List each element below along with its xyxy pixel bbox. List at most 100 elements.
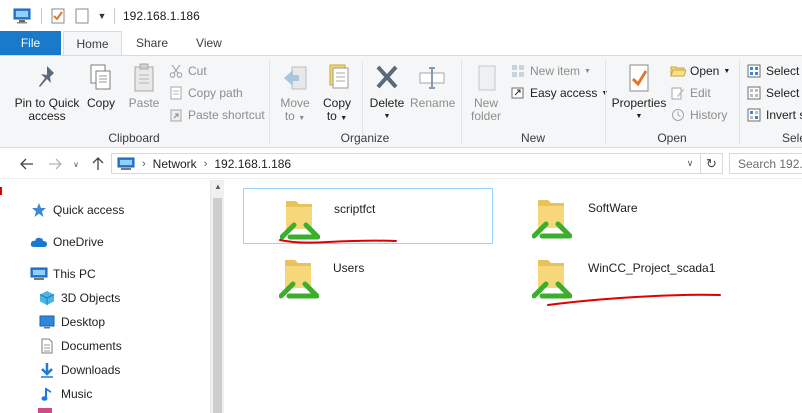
move-to-label-word: to <box>284 109 295 123</box>
tab-file[interactable]: File <box>0 31 61 55</box>
new-item-icon <box>510 63 526 79</box>
copy-label: Copy <box>86 96 115 110</box>
open-button[interactable]: Open ▼ <box>670 61 730 81</box>
nav-item-downloads[interactable]: Downloads <box>38 360 120 380</box>
share-name: SoftWare <box>588 201 638 215</box>
nav-label: This PC <box>53 267 96 281</box>
refresh-icon[interactable]: ↻ <box>700 154 722 173</box>
nav-item-3d-objects[interactable]: 3D Objects <box>38 288 120 308</box>
properties-button[interactable]: Properties ▼ <box>610 62 668 123</box>
dropdown-arrow-icon: ▼ <box>723 67 731 75</box>
nav-item-documents[interactable]: Documents <box>38 336 122 356</box>
copy-path-icon <box>168 85 184 101</box>
select-all-icon <box>746 63 762 79</box>
customize-dropdown-icon[interactable]: ▼ <box>96 8 108 24</box>
share-tile-software[interactable]: SoftWare <box>496 188 746 244</box>
download-arrow-icon <box>38 362 56 378</box>
move-to-label-2: to ▼ <box>278 110 312 125</box>
clipboard-group-label: Clipboard <box>108 131 160 145</box>
nav-item-onedrive[interactable]: OneDrive <box>30 232 104 252</box>
dropdown-arrow-icon: ▼ <box>340 115 348 122</box>
nav-item-music[interactable]: Music <box>38 384 92 404</box>
nav-label: Music <box>61 387 93 401</box>
select-group-label: Sele <box>782 131 802 145</box>
star-icon <box>30 202 48 218</box>
network-share-folder-icon <box>280 201 320 240</box>
address-bar[interactable]: › Network › 192.168.1.186 ∨ ↻ <box>111 153 723 174</box>
nav-item-this-pc[interactable]: This PC <box>30 264 96 284</box>
copy-button[interactable]: Copy <box>84 62 118 110</box>
nav-item-desktop[interactable]: Desktop <box>38 312 105 332</box>
rename-button[interactable]: Rename <box>410 62 455 110</box>
title-bar: ▼ 192.168.1.186 <box>0 0 802 31</box>
new-folder-icon <box>468 62 504 94</box>
scroll-up-arrow-icon[interactable]: ▲ <box>211 182 225 191</box>
nav-item-quick-access[interactable]: Quick access <box>30 200 124 220</box>
select-none-icon <box>746 85 762 101</box>
nav-label: Documents <box>61 339 122 353</box>
pin-to-quick-access-button[interactable]: Pin to Quick access <box>10 62 84 123</box>
paste-button[interactable]: Paste <box>124 62 164 110</box>
copy-icon <box>84 62 118 94</box>
partial-item-icon <box>38 408 52 413</box>
forward-arrow-icon[interactable] <box>46 156 64 172</box>
music-note-icon <box>38 386 56 402</box>
toolbar-separator <box>41 7 42 24</box>
copy-to-button[interactable]: Copy to ▼ <box>320 62 354 125</box>
easy-access-button[interactable]: Easy access ▼ <box>510 83 608 103</box>
share-name: scriptfct <box>334 202 376 216</box>
share-tile-scriptfct[interactable]: scriptfct <box>243 188 493 244</box>
scrollbar-thumb[interactable] <box>213 198 222 413</box>
share-tile-users[interactable]: Users <box>243 248 493 304</box>
delete-button[interactable]: Delete ▼ <box>368 62 406 123</box>
select-all-label: Select a <box>766 64 802 78</box>
open-folder-icon <box>670 63 686 79</box>
new-item-button[interactable]: New item ▼ <box>510 61 591 81</box>
address-dropdown-icon[interactable]: ∨ <box>682 154 698 173</box>
nav-scrollbar[interactable]: ▲ <box>210 180 224 413</box>
open-group: Properties ▼ Open ▼ Edit History Open <box>606 56 738 148</box>
invert-selection-icon <box>746 107 762 123</box>
dropdown-arrow-icon: ▼ <box>298 115 306 122</box>
annotation-mark <box>0 187 2 195</box>
computer-icon <box>30 266 48 282</box>
nav-label: Downloads <box>61 363 121 377</box>
invert-selection-button[interactable]: Invert s <box>746 105 802 125</box>
properties-check-icon[interactable] <box>50 8 66 24</box>
select-none-button[interactable]: Select n <box>746 83 802 103</box>
tab-home[interactable]: Home <box>63 31 122 55</box>
new-item-label: New item <box>530 64 581 78</box>
breadcrumb-chevron-icon[interactable]: › <box>204 158 208 170</box>
up-arrow-icon[interactable] <box>90 156 106 172</box>
paste-shortcut-label: Paste shortcut <box>188 108 265 122</box>
copy-path-button[interactable]: Copy path <box>168 83 243 103</box>
share-tile-wincc-project-scada1[interactable]: WinCC_Project_scada1 <box>496 248 746 304</box>
new-group: New folder New item ▼ Easy access ▼ New <box>462 56 608 148</box>
document-icon <box>38 338 56 354</box>
edit-pencil-icon <box>670 85 686 101</box>
search-input[interactable]: Search 192.1 <box>729 153 802 174</box>
select-none-label: Select n <box>766 86 802 100</box>
open-group-label: Open <box>657 131 687 145</box>
invert-selection-label: Invert s <box>766 108 802 122</box>
recent-locations-chevron-icon[interactable]: ∨ <box>70 156 82 172</box>
pin-icon <box>10 62 84 94</box>
nav-label: 3D Objects <box>61 291 121 305</box>
computer-icon[interactable] <box>13 8 31 24</box>
back-arrow-icon[interactable] <box>18 156 36 172</box>
copy-to-label-2: to ▼ <box>320 110 354 125</box>
cut-button[interactable]: Cut <box>168 61 207 81</box>
new-folder-icon[interactable] <box>74 8 90 24</box>
move-to-button[interactable]: Move to ▼ <box>278 62 312 125</box>
paste-shortcut-button[interactable]: Paste shortcut <box>168 105 265 125</box>
tab-share[interactable]: Share <box>122 31 182 55</box>
breadcrumb-host[interactable]: 192.168.1.186 <box>214 157 291 171</box>
select-all-button[interactable]: Select a <box>746 61 802 81</box>
breadcrumb-network[interactable]: Network <box>153 157 197 171</box>
breadcrumb-chevron-icon[interactable]: › <box>142 158 146 170</box>
new-folder-label-2: folder <box>470 109 502 123</box>
edit-button[interactable]: Edit <box>670 83 711 103</box>
tab-view[interactable]: View <box>182 31 236 55</box>
history-button[interactable]: History <box>670 105 727 125</box>
new-folder-button[interactable]: New folder <box>468 62 504 123</box>
